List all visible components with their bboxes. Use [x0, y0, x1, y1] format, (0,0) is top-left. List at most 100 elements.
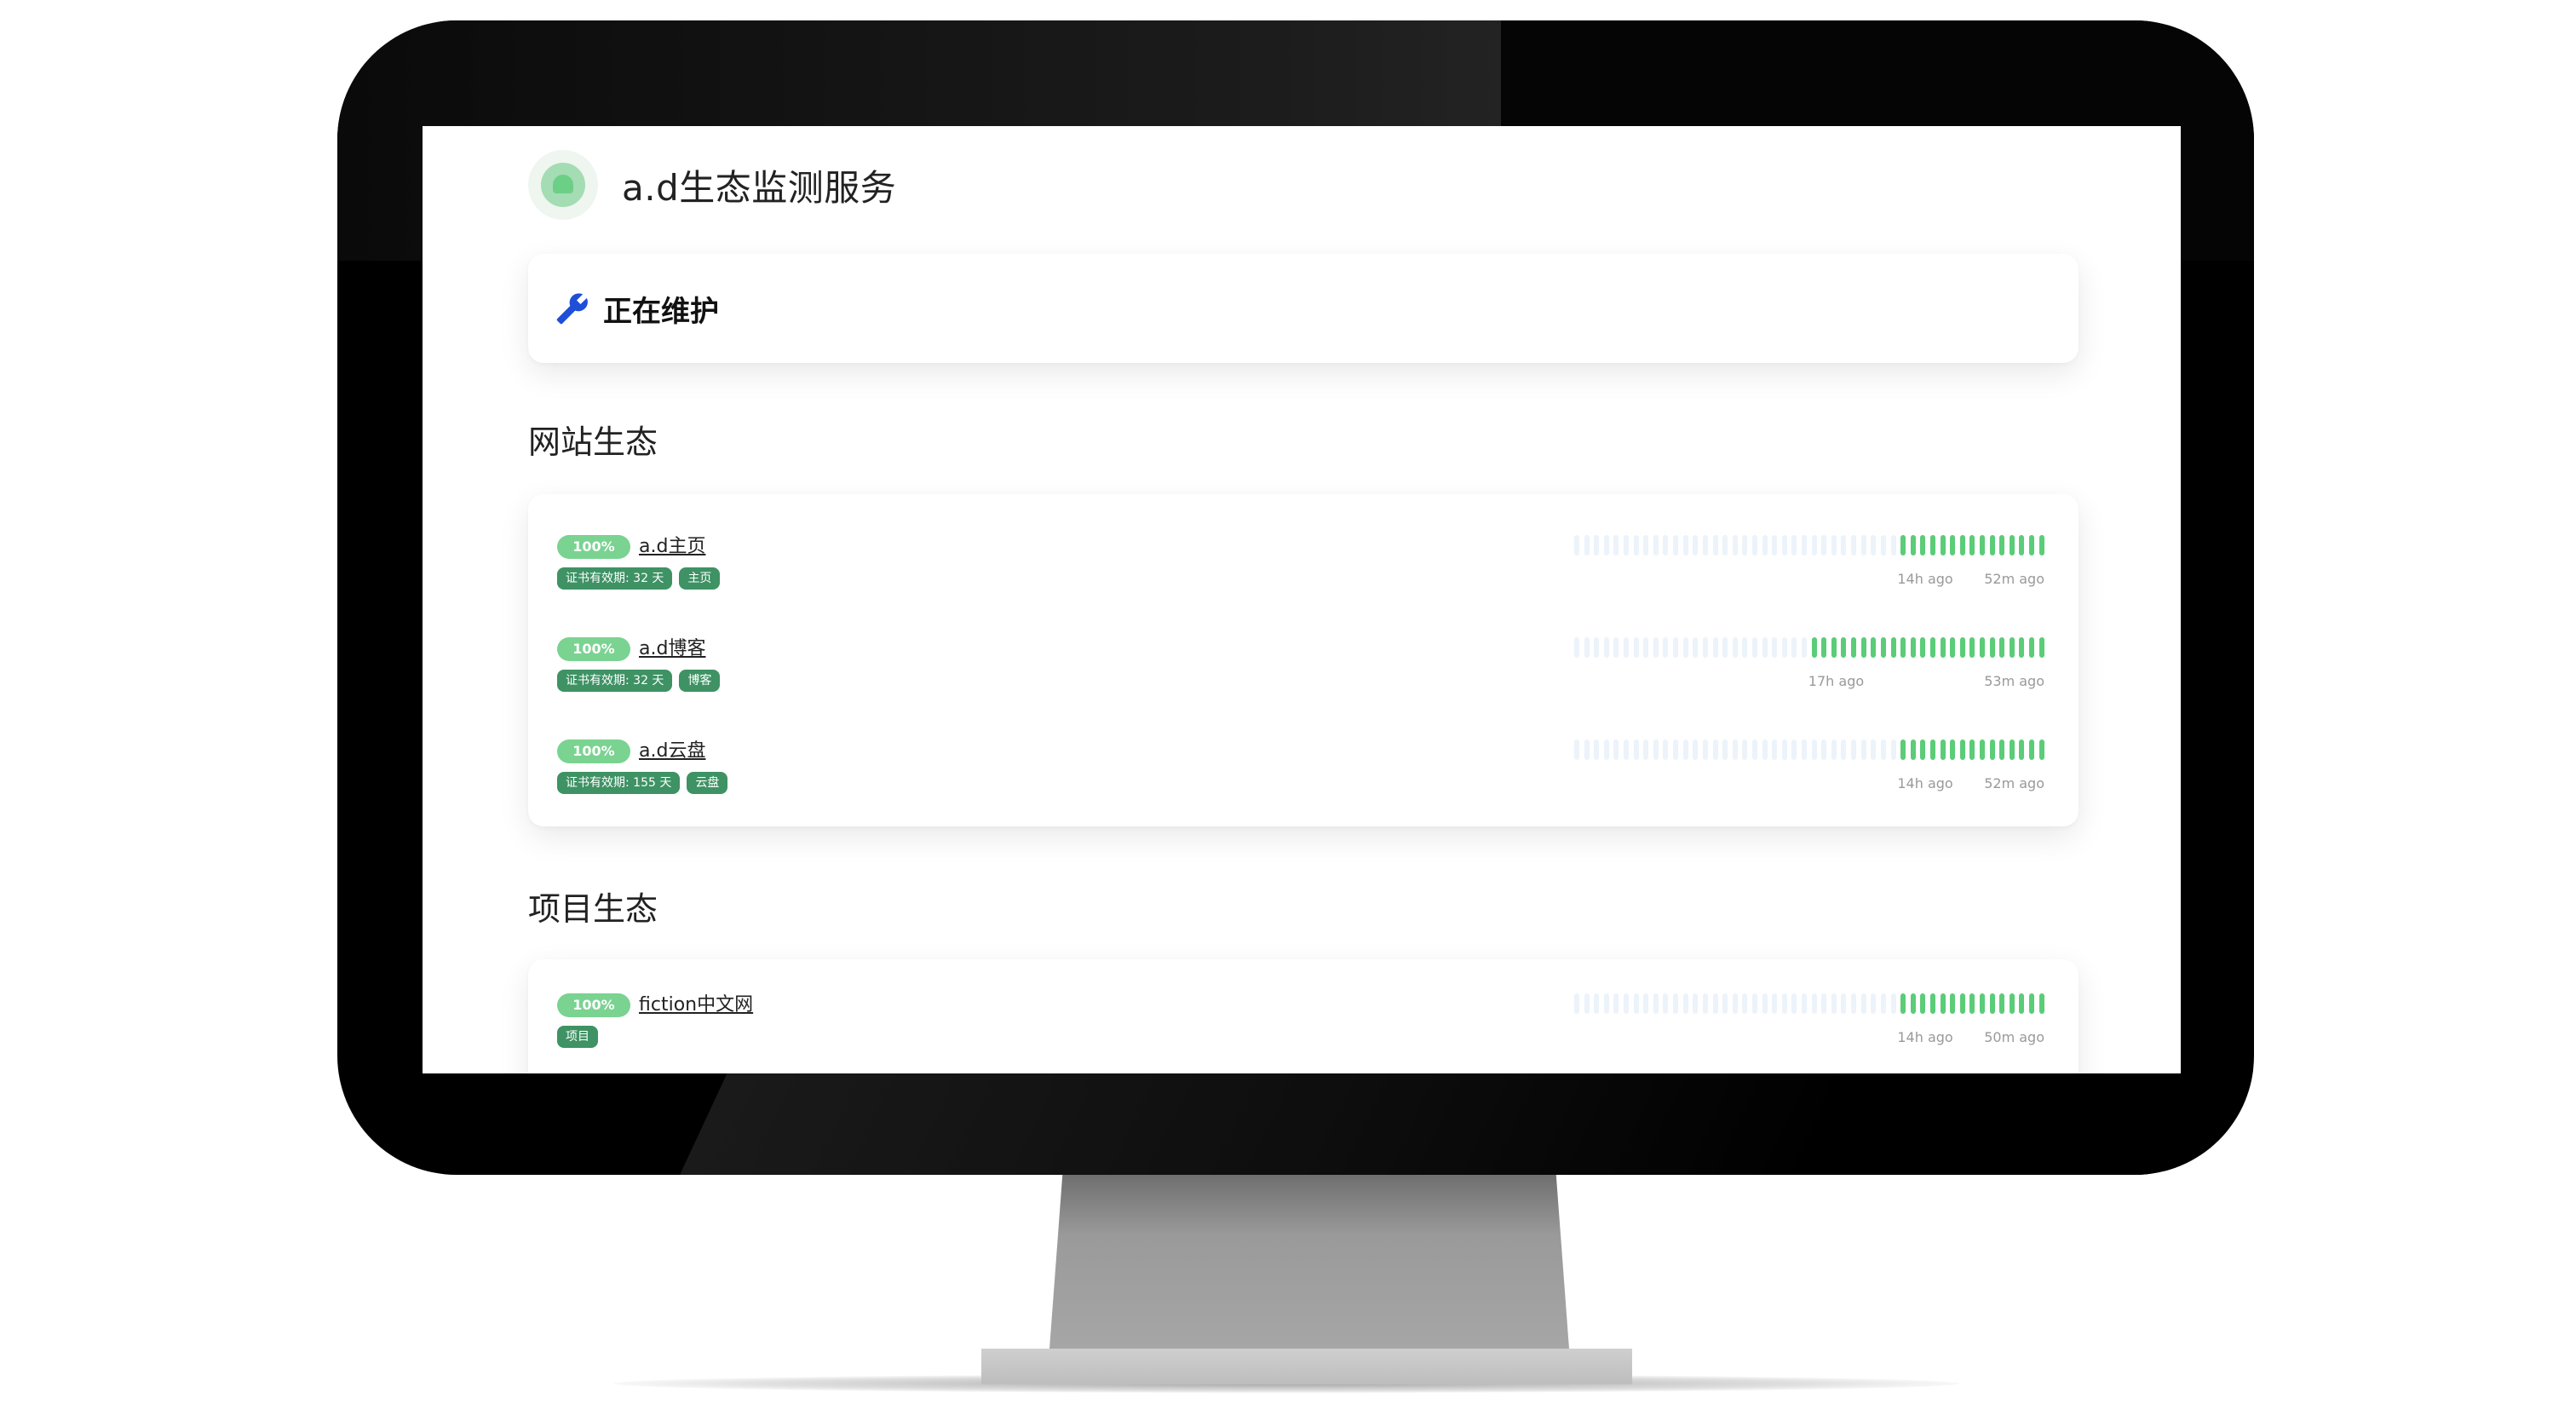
heartbeat-empty[interactable]: [1633, 535, 1639, 555]
heartbeat-empty[interactable]: [1880, 535, 1886, 555]
heartbeat-empty[interactable]: [1722, 993, 1728, 1014]
heartbeat-empty[interactable]: [1841, 739, 1847, 760]
heartbeat-empty[interactable]: [1860, 739, 1866, 760]
heartbeat-empty[interactable]: [1772, 637, 1778, 658]
heartbeat-empty[interactable]: [1851, 535, 1857, 555]
heartbeat-up[interactable]: [1969, 637, 1975, 658]
heartbeat-empty[interactable]: [1831, 993, 1837, 1014]
heartbeat-empty[interactable]: [1603, 993, 1609, 1014]
heartbeat-empty[interactable]: [1643, 637, 1649, 658]
heartbeat-up[interactable]: [2009, 993, 2015, 1014]
heartbeat-empty[interactable]: [1702, 637, 1708, 658]
heartbeat-empty[interactable]: [1653, 637, 1659, 658]
heartbeat-empty[interactable]: [1702, 739, 1708, 760]
heartbeat-up[interactable]: [1900, 535, 1906, 555]
heartbeat-empty[interactable]: [1643, 993, 1649, 1014]
heartbeat-up[interactable]: [1989, 637, 1995, 658]
heartbeat-empty[interactable]: [1624, 993, 1630, 1014]
heartbeat-empty[interactable]: [1603, 535, 1609, 555]
heartbeat-up[interactable]: [1900, 993, 1906, 1014]
heartbeat-empty[interactable]: [1613, 739, 1619, 760]
heartbeat-empty[interactable]: [1762, 739, 1768, 760]
heartbeat-up[interactable]: [1929, 993, 1935, 1014]
heartbeat-empty[interactable]: [1871, 993, 1877, 1014]
heartbeat-empty[interactable]: [1712, 739, 1718, 760]
heartbeat-empty[interactable]: [1831, 739, 1837, 760]
heartbeat-empty[interactable]: [1821, 535, 1827, 555]
heartbeat-up[interactable]: [2029, 637, 2035, 658]
heartbeat-up[interactable]: [1890, 637, 1896, 658]
heartbeat-up[interactable]: [1940, 637, 1946, 658]
heartbeat-empty[interactable]: [1574, 993, 1579, 1014]
heartbeat-empty[interactable]: [1841, 993, 1847, 1014]
heartbeat-empty[interactable]: [1712, 993, 1718, 1014]
heartbeat-up[interactable]: [1959, 535, 1965, 555]
heartbeat-empty[interactable]: [1594, 535, 1600, 555]
heartbeat-empty[interactable]: [1742, 993, 1748, 1014]
heartbeat-empty[interactable]: [1772, 993, 1778, 1014]
heartbeat-up[interactable]: [1999, 993, 2005, 1014]
heartbeat-up[interactable]: [2038, 739, 2044, 760]
heartbeat-empty[interactable]: [1732, 993, 1738, 1014]
heartbeat-empty[interactable]: [1762, 993, 1768, 1014]
heartbeat-empty[interactable]: [1584, 739, 1590, 760]
heartbeat-empty[interactable]: [1653, 739, 1659, 760]
heartbeat-up[interactable]: [1910, 637, 1916, 658]
heartbeat-empty[interactable]: [1781, 993, 1787, 1014]
heartbeat-up[interactable]: [1929, 535, 1935, 555]
heartbeat-up[interactable]: [1999, 535, 2005, 555]
heartbeat-up[interactable]: [1940, 535, 1946, 555]
monitor-link[interactable]: a.d主页: [639, 533, 705, 561]
heartbeat-empty[interactable]: [1584, 637, 1590, 658]
heartbeat-up[interactable]: [1920, 637, 1926, 658]
heartbeat-empty[interactable]: [1663, 535, 1669, 555]
heartbeat-up[interactable]: [1811, 637, 1817, 658]
heartbeat-empty[interactable]: [1772, 739, 1778, 760]
monitor-link[interactable]: a.d云盘: [639, 738, 705, 765]
heartbeat-empty[interactable]: [1871, 535, 1877, 555]
heartbeat-up[interactable]: [2019, 637, 2025, 658]
heartbeat-empty[interactable]: [1722, 739, 1728, 760]
heartbeat-up[interactable]: [1999, 739, 2005, 760]
heartbeat-empty[interactable]: [1603, 637, 1609, 658]
heartbeat-up[interactable]: [1910, 535, 1916, 555]
heartbeat-empty[interactable]: [1722, 637, 1728, 658]
heartbeat-empty[interactable]: [1781, 535, 1787, 555]
heartbeat-up[interactable]: [1831, 637, 1837, 658]
heartbeat-empty[interactable]: [1584, 993, 1590, 1014]
heartbeat-empty[interactable]: [1712, 535, 1718, 555]
heartbeat-empty[interactable]: [1633, 637, 1639, 658]
heartbeat-empty[interactable]: [1613, 535, 1619, 555]
heartbeat-empty[interactable]: [1880, 739, 1886, 760]
heartbeat-up[interactable]: [1900, 739, 1906, 760]
heartbeat-empty[interactable]: [1613, 993, 1619, 1014]
heartbeat-empty[interactable]: [1732, 739, 1738, 760]
heartbeat-empty[interactable]: [1811, 535, 1817, 555]
heartbeat-empty[interactable]: [1860, 535, 1866, 555]
heartbeat-empty[interactable]: [1890, 993, 1896, 1014]
heartbeat-empty[interactable]: [1702, 993, 1708, 1014]
heartbeat-up[interactable]: [2009, 637, 2015, 658]
heartbeat-empty[interactable]: [1781, 739, 1787, 760]
heartbeat-up[interactable]: [1851, 637, 1857, 658]
heartbeat-up[interactable]: [1900, 637, 1906, 658]
heartbeat-empty[interactable]: [1791, 535, 1797, 555]
heartbeat-up[interactable]: [2009, 739, 2015, 760]
heartbeat-up[interactable]: [1969, 993, 1975, 1014]
heartbeat-empty[interactable]: [1702, 535, 1708, 555]
heartbeat-empty[interactable]: [1851, 739, 1857, 760]
heartbeat-empty[interactable]: [1603, 739, 1609, 760]
heartbeat-empty[interactable]: [1811, 993, 1817, 1014]
heartbeat-empty[interactable]: [1633, 739, 1639, 760]
heartbeat-empty[interactable]: [1693, 993, 1699, 1014]
heartbeat-up[interactable]: [1821, 637, 1827, 658]
heartbeat-up[interactable]: [1940, 739, 1946, 760]
heartbeat-up[interactable]: [1989, 993, 1995, 1014]
heartbeat-empty[interactable]: [1663, 993, 1669, 1014]
heartbeat-empty[interactable]: [1860, 993, 1866, 1014]
heartbeat-up[interactable]: [1910, 739, 1916, 760]
heartbeat-empty[interactable]: [1742, 637, 1748, 658]
heartbeat-empty[interactable]: [1594, 739, 1600, 760]
heartbeat-up[interactable]: [2038, 637, 2044, 658]
heartbeat-empty[interactable]: [1663, 739, 1669, 760]
